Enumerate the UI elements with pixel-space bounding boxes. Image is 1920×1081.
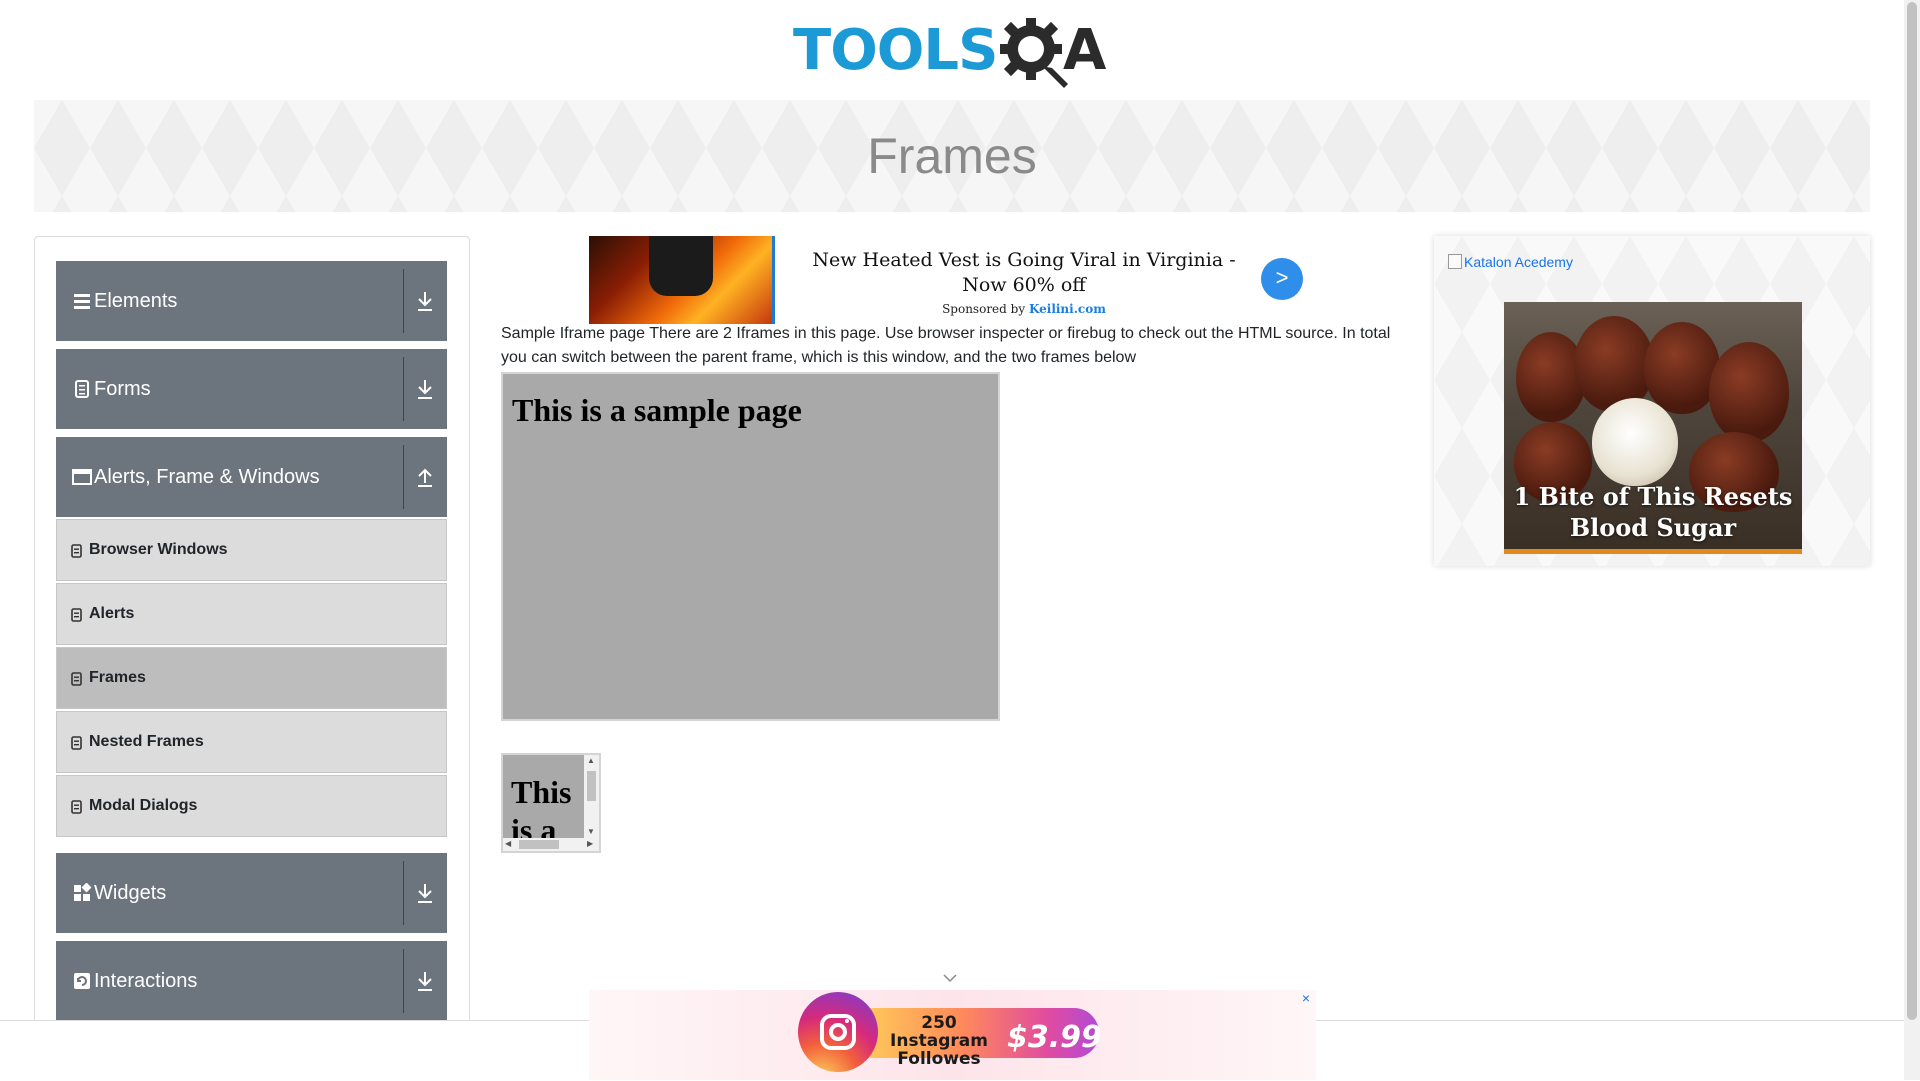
ad-go-button[interactable]: > [1261,258,1303,300]
right-ad-panel: Katalon Acedemy 1 Bite of This Resets Bl… [1434,236,1870,566]
sidebar-item-label: Nested Frames [89,733,204,750]
download-arrow-icon [418,884,432,903]
page-title: Frames [867,128,1037,184]
scroll-down-icon[interactable]: ▼ [587,827,595,837]
frame1-heading: This is a sample page [512,392,802,428]
window-icon [72,469,92,485]
left-sidebar: Elements Forms Alerts, Frame & Windows B… [34,236,470,1080]
fruit-image [1709,342,1789,442]
ad-sponsor-line: Sponsored by Keilini.com [789,302,1259,316]
scroll-left-icon[interactable]: ◀ [505,839,511,849]
close-icon[interactable]: × [1302,990,1310,1006]
ad-caption[interactable]: 1 Bite of This Resets Blood Sugar [1504,481,1802,543]
separator [403,269,404,333]
sidebar-group-elements[interactable]: Elements [56,261,447,341]
ad-headline[interactable]: New Heated Vest is Going Viral in Virgin… [789,248,1259,298]
sidebar-group-widgets[interactable]: Widgets [56,853,447,933]
list-item-icon [71,800,82,814]
sidebar-group-forms[interactable]: Forms [56,349,447,429]
sidebar-item-label: Browser Windows [89,541,228,558]
page-banner: Frames [34,100,1870,212]
chevron-down-icon[interactable] [943,972,957,984]
ad-sponsor-link[interactable]: Keilini.com [1029,302,1106,316]
download-arrow-icon [418,972,432,991]
menu-icon [74,294,90,309]
sidebar-group-label: Forms [94,378,151,400]
sidebar-group-alerts-frame-windows[interactable]: Alerts, Frame & Windows [56,437,447,517]
separator [403,861,404,925]
scroll-up-icon[interactable]: ▲ [587,756,595,766]
katalon-academy-image-link[interactable]: Katalon Acedemy [1448,254,1573,270]
sidebar-group-label: Alerts, Frame & Windows [94,466,320,488]
ad-offer-text: 250 Instagram Followes [890,1013,988,1069]
list-item-icon [71,736,82,750]
list-item-icon [71,672,82,686]
sidebar-item-alerts[interactable]: Alerts [56,583,447,645]
sidebar-item-label: Alerts [89,605,135,622]
camera-lens [829,1023,847,1041]
gear-icon [1000,18,1068,88]
bottom-floating-ad[interactable]: × 250 Instagram Followes $3.99 [589,990,1316,1080]
sidebar-item-label: Frames [89,669,146,686]
iframe-frame1[interactable]: This is a sample page [501,372,1000,721]
frame2-vertical-scrollbar[interactable]: ▲ ▼ [584,755,599,840]
sponsored-ad-top[interactable]: New Heated Vest is Going Viral in Virgin… [589,236,1305,324]
toolsqa-logo[interactable]: TOOLS A [793,14,1113,92]
upload-arrow-icon [418,468,432,487]
sidebar-group-label: Widgets [94,882,167,904]
fruit-peeled-image [1592,398,1678,486]
sidebar-group-label: Interactions [94,970,198,992]
scroll-right-icon[interactable]: ▶ [587,839,593,849]
frame2-horizontal-scroll-thumb[interactable] [519,840,559,849]
frame2-vertical-scroll-thumb[interactable] [587,771,596,801]
separator [403,949,404,1013]
sidebar-item-browser-windows[interactable]: Browser Windows [56,519,447,581]
page-scroll-thumb[interactable] [1907,2,1917,1020]
download-arrow-icon [418,292,432,311]
ad-thumbnail[interactable] [589,236,775,324]
widgets-icon [74,883,92,901]
frame2-horizontal-scrollbar[interactable]: ◀ ▶ [503,838,599,851]
broken-image-icon [1448,254,1462,269]
sidebar-group-label: Elements [94,290,178,312]
sidebar-item-nested-frames[interactable]: Nested Frames [56,711,447,773]
ad-photo[interactable]: 1 Bite of This Resets Blood Sugar [1504,302,1802,554]
ad-thumbnail-border [772,236,775,324]
logo-text-tools: TOOLS [793,18,998,83]
ad-sponsored-prefix: Sponsored by [942,302,1026,316]
list-item-icon [71,544,82,558]
iframe-frame2[interactable]: This is a sample page ▲ ▼ ◀ ▶ [501,753,601,853]
frames-intro-text: Sample Iframe page There are 2 Iframes i… [501,325,1391,366]
separator [403,445,404,509]
sidebar-item-modal-dialogs[interactable]: Modal Dialogs [56,775,447,837]
sidebar-item-frames[interactable]: Frames [56,647,447,709]
camera-dot [845,1019,849,1023]
interactions-icon [74,973,90,989]
ad-offer-pill: 250 Instagram Followes $3.99 [849,1008,1102,1068]
image-alt-text: Katalon Acedemy [1464,254,1573,270]
instagram-icon [798,992,878,1072]
sidebar-item-label: Modal Dialogs [89,797,198,814]
download-arrow-icon [418,380,432,399]
logo-text-qa: A [1063,18,1107,83]
page-scrollbar[interactable] [1904,0,1920,1080]
vest-image [649,236,713,296]
sidebar-group-interactions[interactable]: Interactions [56,941,447,1021]
document-icon [75,380,89,398]
list-item-icon [71,608,82,622]
separator [403,357,404,421]
ad-price: $3.99 [1007,1020,1102,1055]
